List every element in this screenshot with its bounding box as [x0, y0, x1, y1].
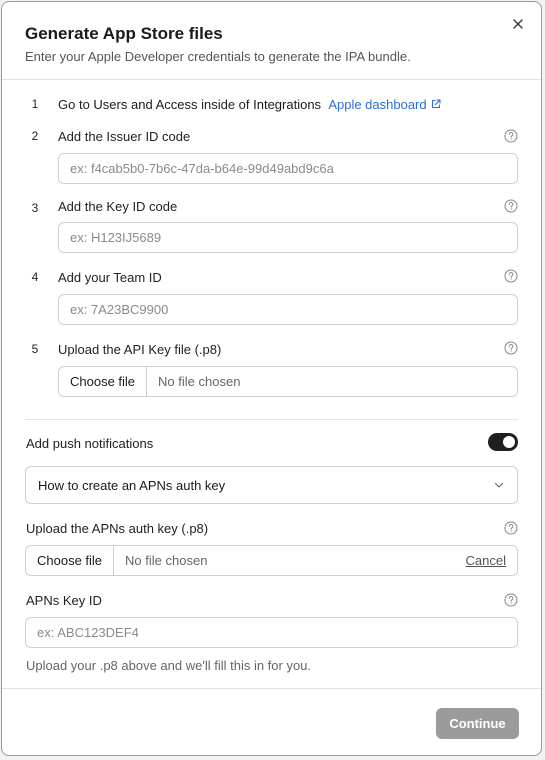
choose-file-button[interactable]: Choose file: [59, 367, 148, 396]
close-icon[interactable]: [509, 15, 527, 33]
apns-file-picker: Choose file No file chosen Cancel: [25, 545, 518, 576]
push-notifications-label: Add push notifications: [26, 436, 154, 451]
key-id-input[interactable]: [58, 222, 518, 253]
toggle-knob: [503, 436, 515, 448]
divider: [2, 688, 541, 689]
external-link-icon: [432, 99, 441, 109]
issuer-id-label: Add the Issuer ID code: [58, 129, 191, 144]
step-1-prefix: Go to: [58, 97, 94, 112]
step-number: 4: [31, 270, 39, 284]
help-icon[interactable]: [504, 341, 518, 355]
api-key-file-picker: Choose file No file chosen: [58, 366, 518, 397]
apns-key-id-hint: Upload your .p8 above and we'll fill thi…: [26, 658, 312, 673]
apns-upload-label: Upload the APNs auth key (.p8): [26, 521, 209, 536]
choose-file-button[interactable]: Choose file: [26, 546, 115, 575]
apple-dashboard-link-label: Apple dashboard: [328, 97, 427, 112]
accordion-label: How to create an APNs auth key: [38, 477, 226, 493]
dialog-subtitle: Enter your Apple Developer credentials t…: [25, 49, 411, 64]
key-id-label: Add the Key ID code: [58, 199, 178, 214]
help-icon[interactable]: [504, 129, 518, 143]
apple-dashboard-link[interactable]: Apple dashboard: [325, 97, 443, 112]
help-icon[interactable]: [504, 521, 518, 535]
team-id-label: Add your Team ID: [58, 270, 162, 285]
api-key-file-label: Upload the API Key file (.p8): [58, 342, 222, 357]
dialog-title: Generate App Store files: [25, 24, 223, 43]
team-id-input[interactable]: [58, 294, 518, 325]
apns-key-id-input[interactable]: [25, 617, 518, 648]
chevron-down-icon: [494, 482, 504, 488]
divider: [25, 419, 518, 420]
help-icon[interactable]: [504, 593, 518, 607]
step-number: 3: [31, 201, 39, 215]
step-number: 5: [31, 342, 39, 356]
step-number: 2: [31, 129, 39, 143]
step-1-instruction: Go to Users and Access inside of Integra…: [58, 97, 442, 112]
apns-help-accordion[interactable]: How to create an APNs auth key: [25, 466, 518, 504]
apns-key-id-label: APNs Key ID: [26, 593, 102, 608]
help-icon[interactable]: [504, 199, 518, 213]
step-number: 1: [31, 97, 39, 111]
help-icon[interactable]: [504, 269, 518, 283]
step-1-middle: inside of: [197, 97, 254, 112]
divider: [2, 79, 541, 80]
users-and-access-text: Users and Access: [93, 97, 198, 112]
continue-button[interactable]: Continue: [436, 708, 519, 739]
generate-app-store-dialog: Generate App Store files Enter your Appl…: [1, 1, 542, 756]
file-status: No file chosen: [125, 553, 208, 568]
file-status: No file chosen: [158, 374, 241, 389]
push-notifications-toggle[interactable]: [488, 433, 518, 451]
issuer-id-input[interactable]: [58, 153, 518, 184]
integrations-text: Integrations: [253, 97, 322, 112]
cancel-upload-link[interactable]: Cancel: [466, 553, 517, 568]
